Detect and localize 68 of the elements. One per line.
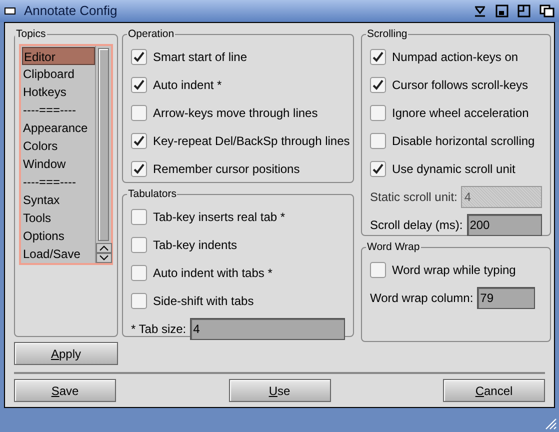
checkbox-label: Arrow-keys move through lines	[153, 104, 318, 122]
scroll-down-icon[interactable]	[96, 252, 112, 263]
checkbox-label: Tab-key indents	[153, 236, 238, 254]
checkbox[interactable]	[131, 292, 147, 309]
push-button[interactable]: Save	[14, 379, 116, 402]
minimize-icon[interactable]	[473, 4, 487, 18]
checkbox[interactable]	[370, 160, 386, 177]
scroll-up-icon[interactable]	[96, 242, 112, 253]
input-field[interactable]: 200	[466, 214, 542, 236]
checkbox-label: Word wrap while typing	[392, 262, 516, 279]
checkbox-label: Tab-key inserts real tab *	[153, 208, 286, 226]
checkbox[interactable]	[370, 104, 386, 121]
checkbox[interactable]	[131, 132, 147, 149]
topic-item[interactable]: Syntax	[22, 190, 95, 209]
field-label: * Tab size:	[131, 320, 186, 338]
checkbox-label: Numpad action-keys on	[392, 48, 518, 66]
topic-item[interactable]: Tools	[22, 208, 95, 227]
topic-item[interactable]: ----===----	[22, 172, 95, 191]
checkbox-label: Key-repeat Del/BackSp through lines	[153, 132, 350, 150]
group-title: Word Wrap	[366, 240, 421, 255]
checkbox[interactable]	[131, 236, 147, 253]
checkbox[interactable]	[131, 104, 147, 121]
topic-item[interactable]: Clipboard	[22, 64, 95, 83]
resize-grip-icon[interactable]	[545, 418, 557, 430]
checkbox-label: Remember cursor positions	[153, 160, 300, 178]
checkbox[interactable]	[370, 262, 386, 278]
checkbox-label: Side-shift with tabs	[153, 292, 254, 310]
field-label: Scroll delay (ms):	[370, 216, 463, 234]
checkbox[interactable]	[131, 76, 147, 93]
topic-item[interactable]: Hotkeys	[22, 82, 95, 101]
topic-item[interactable]: Options	[22, 226, 95, 245]
group-title: Tabulators	[127, 187, 178, 202]
checkbox-label: Cursor follows scroll-keys	[392, 76, 528, 94]
topic-item[interactable]: Load/Save	[22, 244, 95, 263]
field-label: Static scroll unit:	[370, 188, 458, 206]
checkbox-label: Ignore wheel acceleration	[392, 104, 529, 122]
checkbox[interactable]	[370, 48, 386, 65]
maximize-icon[interactable]	[517, 4, 531, 18]
checkbox-label: Smart start of line	[153, 48, 248, 66]
topic-item[interactable]: ----===----	[22, 100, 95, 119]
window-title: Annotate Config	[24, 2, 118, 20]
push-button[interactable]: Cancel	[443, 379, 545, 402]
checkbox-label: Auto indent with tabs *	[153, 264, 272, 282]
field-label: Word wrap column:	[370, 290, 474, 307]
checkbox[interactable]	[131, 208, 147, 225]
push-button[interactable]: Use	[228, 379, 330, 402]
group-title: Topics	[15, 27, 47, 42]
checkbox[interactable]	[370, 76, 386, 93]
group-title: Operation	[127, 27, 176, 42]
checkbox-label: Use dynamic scroll unit	[392, 160, 516, 178]
checkbox[interactable]	[131, 48, 147, 65]
checkbox[interactable]	[370, 132, 386, 149]
input-field[interactable]: 4	[190, 318, 345, 340]
topic-item[interactable]: Window	[22, 154, 95, 173]
push-button[interactable]: Apply	[14, 342, 118, 365]
window-menu-icon[interactable]	[4, 7, 16, 15]
checkbox[interactable]	[131, 264, 147, 281]
checkbox-label: Auto indent *	[153, 76, 222, 94]
iconify-icon[interactable]	[495, 4, 509, 18]
checkbox[interactable]	[131, 160, 147, 177]
topic-item[interactable]: Appearance	[22, 118, 95, 137]
checkbox-label: Disable horizontal scrolling	[392, 132, 535, 150]
depth-icon[interactable]	[539, 4, 555, 18]
input-field[interactable]: 79	[477, 286, 536, 309]
group-title: Scrolling	[366, 27, 408, 42]
topic-item[interactable]: Colors	[22, 136, 95, 155]
scrollbar-track[interactable]	[98, 48, 109, 241]
topic-item[interactable]: Editor	[22, 46, 95, 65]
